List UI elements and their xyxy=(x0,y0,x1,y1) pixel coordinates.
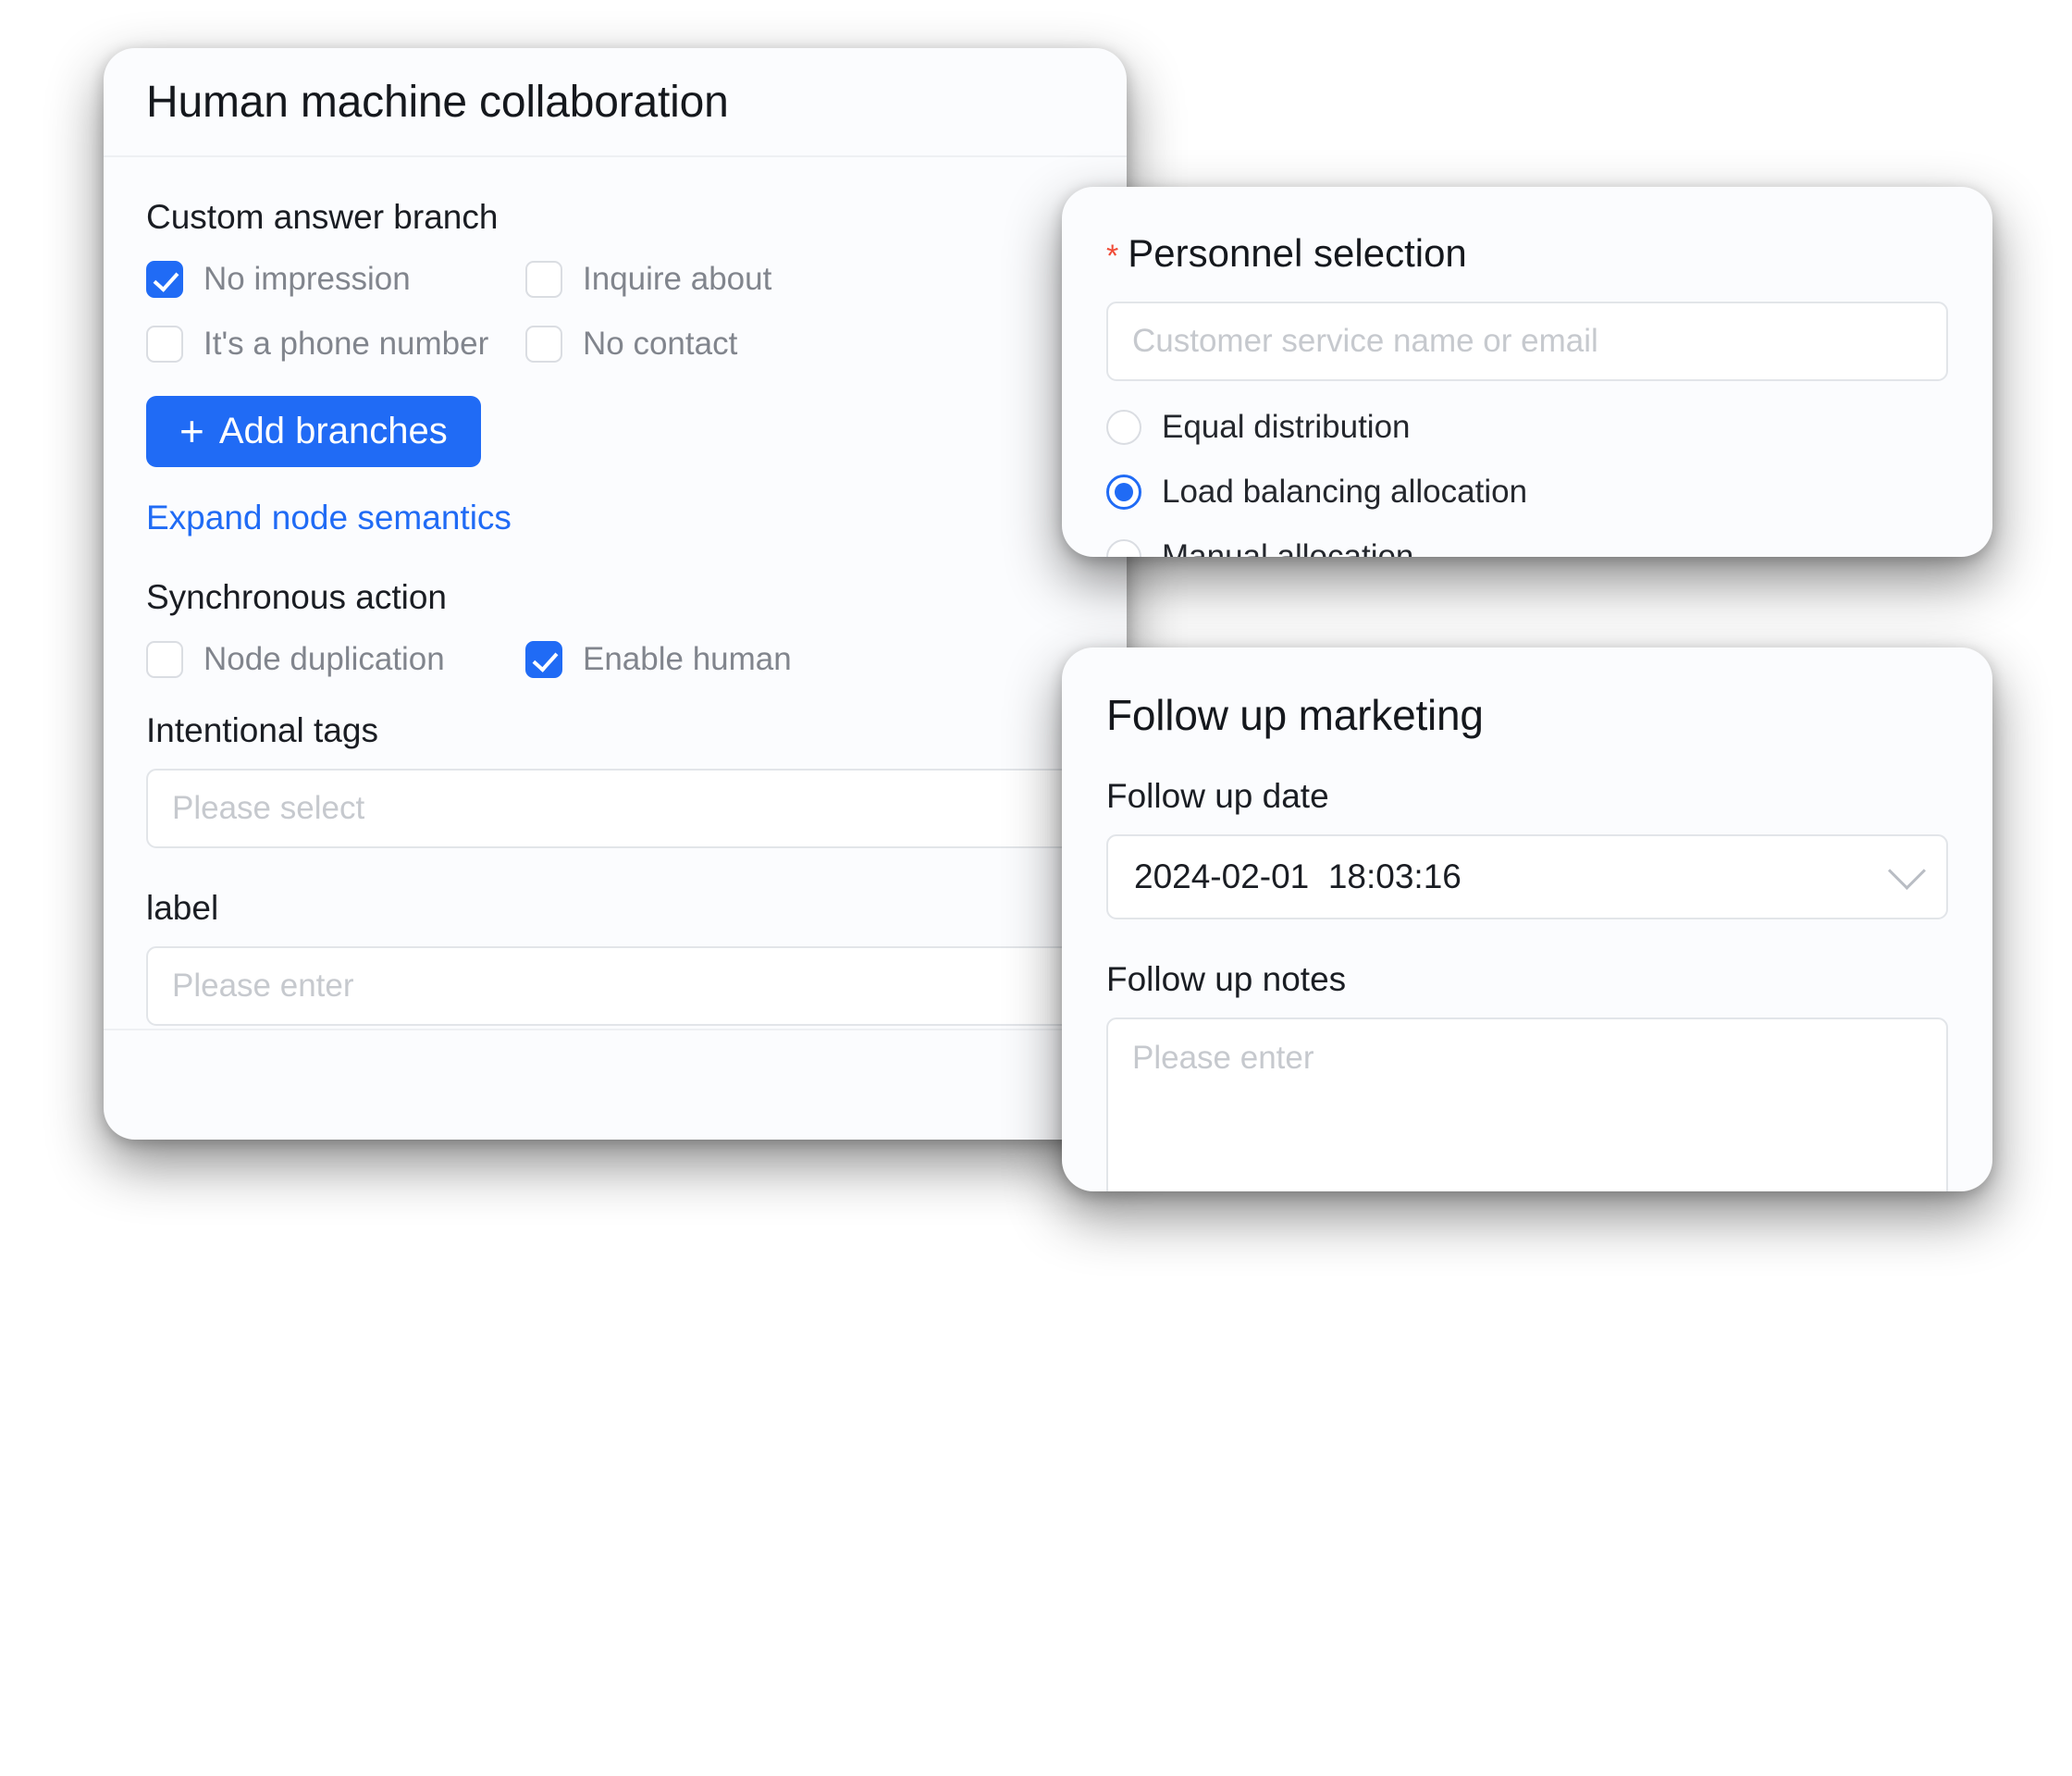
intentional-tags-select[interactable] xyxy=(146,769,1084,848)
main-card-header: Human machine collaboration xyxy=(104,48,1127,157)
custom-answer-branch-label: Custom answer branch xyxy=(146,198,499,236)
label-field-label: label xyxy=(146,889,219,927)
main-card-body: Custom answer branch No impression Inqui… xyxy=(104,157,1127,1029)
checkbox-label-enable-human: Enable human xyxy=(583,641,792,677)
follow-up-date-label: Follow up date xyxy=(1106,777,1329,815)
page-title: Human machine collaboration xyxy=(146,77,729,127)
radio-manual-allocation[interactable] xyxy=(1106,539,1141,557)
checkbox-row-node-duplication[interactable]: Node duplication xyxy=(146,641,525,678)
personnel-selection-title: Personnel selection xyxy=(1128,231,1467,275)
add-branches-label: Add branches xyxy=(218,411,448,451)
radio-load-balancing-allocation[interactable] xyxy=(1106,475,1141,510)
checkbox-label-node-duplication: Node duplication xyxy=(204,641,445,677)
radio-label-manual-allocation: Manual allocation xyxy=(1162,538,1414,557)
synchronous-action-label: Synchronous action xyxy=(146,578,447,616)
chevron-down-icon xyxy=(1887,851,1927,890)
personnel-selection-card: * Personnel selection Equal distribution… xyxy=(1062,187,1992,557)
checkbox-phone-number[interactable] xyxy=(146,326,183,363)
radio-row-equal-distribution[interactable]: Equal distribution xyxy=(1106,409,1948,446)
customer-service-search-input[interactable] xyxy=(1106,302,1948,381)
radio-label-load-balancing: Load balancing allocation xyxy=(1162,474,1528,510)
expand-node-semantics-link[interactable]: Expand node semantics xyxy=(146,499,1084,537)
checkbox-node-duplication[interactable] xyxy=(146,641,183,678)
follow-up-marketing-title: Follow up marketing xyxy=(1106,691,1484,739)
checkbox-label-no-impression: No impression xyxy=(204,261,411,297)
checkbox-enable-human[interactable] xyxy=(525,641,562,678)
personnel-selection-label-row: * Personnel selection xyxy=(1106,231,1948,276)
follow-up-notes-textarea[interactable] xyxy=(1106,1018,1948,1191)
screenshot-stage: Human machine collaboration Custom answe… xyxy=(0,0,2072,1776)
checkbox-row-enable-human[interactable]: Enable human xyxy=(525,641,1084,678)
checkbox-label-phone-number: It's a phone number xyxy=(204,326,489,362)
checkbox-row-phone-number[interactable]: It's a phone number xyxy=(146,326,525,363)
checkbox-row-no-impression[interactable]: No impression xyxy=(146,261,525,298)
checkbox-inquire-about[interactable] xyxy=(525,261,562,298)
follow-up-date-picker[interactable]: 2024-02-01 18:03:16 xyxy=(1106,834,1948,919)
checkbox-row-no-contact[interactable]: No contact xyxy=(525,326,1084,363)
follow-up-notes-label: Follow up notes xyxy=(1106,960,1347,998)
checkbox-no-contact[interactable] xyxy=(525,326,562,363)
custom-answer-branch-options: No impression Inquire about It's a phone… xyxy=(146,261,1084,363)
intentional-tags-label: Intentional tags xyxy=(146,711,378,749)
radio-equal-distribution[interactable] xyxy=(1106,410,1141,445)
checkbox-no-impression[interactable] xyxy=(146,261,183,298)
allocation-radio-group: Equal distribution Load balancing alloca… xyxy=(1106,409,1948,557)
checkbox-row-inquire-about[interactable]: Inquire about xyxy=(525,261,1084,298)
radio-row-manual-allocation[interactable]: Manual allocation xyxy=(1106,538,1948,557)
human-machine-collaboration-card: Human machine collaboration Custom answe… xyxy=(104,48,1127,1140)
follow-up-notes-wrapper xyxy=(1106,1018,1948,1191)
synchronous-action-options: Node duplication Enable human xyxy=(146,641,1084,678)
checkbox-label-no-contact: No contact xyxy=(583,326,738,362)
follow-up-date-value: 2024-02-01 18:03:16 xyxy=(1134,857,1462,895)
radio-row-load-balancing[interactable]: Load balancing allocation xyxy=(1106,474,1948,511)
main-card-footer xyxy=(104,1029,1127,1140)
radio-label-equal-distribution: Equal distribution xyxy=(1162,409,1411,445)
checkbox-label-inquire-about: Inquire about xyxy=(583,261,772,297)
required-asterisk-icon: * xyxy=(1106,239,1119,274)
follow-up-marketing-card: Follow up marketing Follow up date 2024-… xyxy=(1062,648,1992,1191)
label-input[interactable] xyxy=(146,946,1084,1026)
plus-icon: + xyxy=(179,407,204,456)
add-branches-button[interactable]: + Add branches xyxy=(146,396,481,467)
